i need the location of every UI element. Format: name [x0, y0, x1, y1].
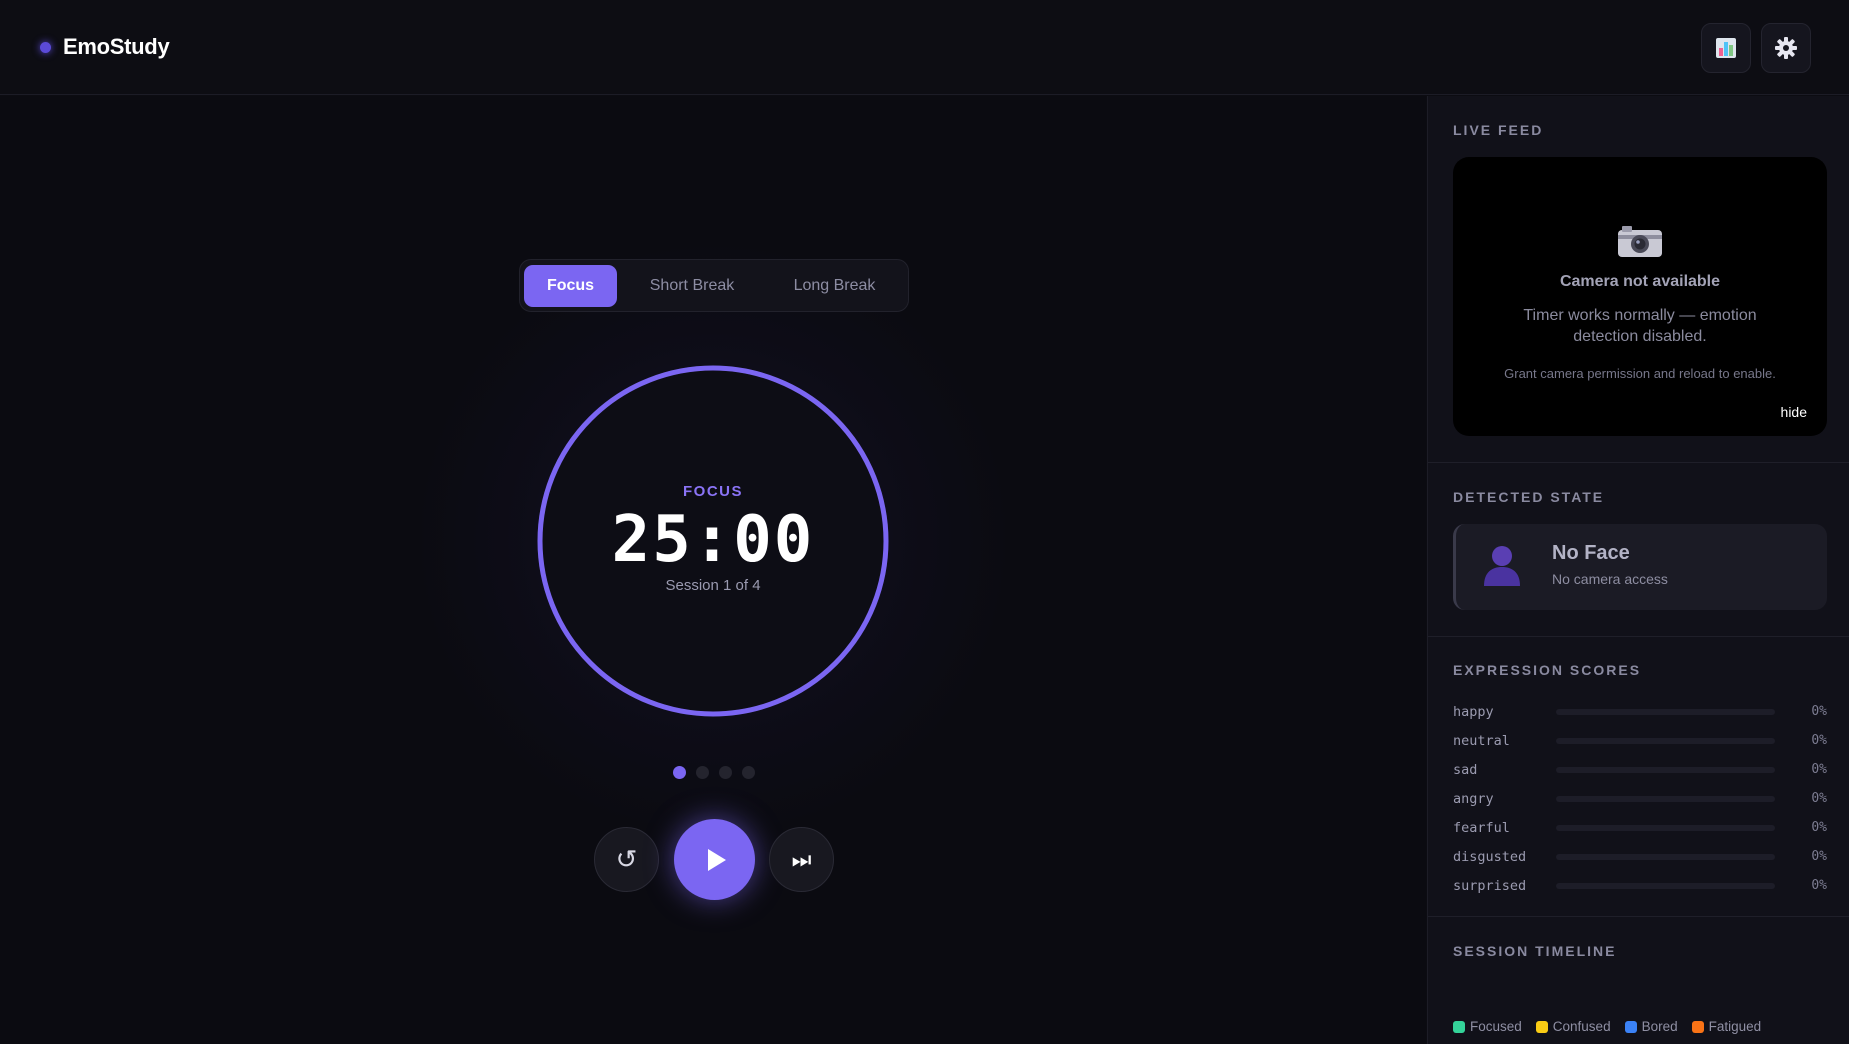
reset-icon: ↺ — [615, 844, 638, 874]
app-title: EmoStudy — [63, 34, 170, 59]
session-dot — [696, 766, 709, 779]
score-row: disgusted 0% — [1453, 842, 1827, 871]
session-dot — [719, 766, 732, 779]
camera-status-title: Camera not available — [1559, 273, 1721, 290]
mode-selector: Focus Short Break Long Break — [519, 259, 909, 312]
score-bar — [1556, 737, 1775, 744]
play-button[interactable] — [674, 819, 755, 900]
divider — [1428, 916, 1849, 917]
session-dot — [742, 766, 755, 779]
score-bar — [1556, 766, 1775, 773]
score-value: 0% — [1811, 762, 1827, 777]
legend-item: Focused — [1453, 1019, 1522, 1034]
divider — [1428, 462, 1849, 463]
score-value: 0% — [1811, 791, 1827, 806]
score-row: sad 0% — [1453, 755, 1827, 784]
legend-swatch — [1624, 1020, 1637, 1033]
score-bar — [1556, 708, 1775, 715]
hide-feed-link[interactable]: hide — [1781, 404, 1807, 420]
detected-state-detail: No camera access — [1552, 571, 1668, 587]
timer-mode-label: FOCUS — [683, 483, 743, 500]
score-value: 0% — [1811, 878, 1827, 893]
session-dot — [673, 766, 686, 779]
live-feed-title: LIVE FEED — [1453, 122, 1544, 138]
mode-long-break[interactable]: Long Break — [767, 265, 902, 307]
legend-label: Confused — [1552, 1019, 1611, 1034]
legend-swatch — [1691, 1020, 1704, 1033]
bar-chart-icon — [1716, 38, 1736, 58]
person-silhouette-icon — [1484, 546, 1520, 586]
score-row: angry 0% — [1453, 784, 1827, 813]
score-value: 0% — [1811, 733, 1827, 748]
legend-label: Focused — [1470, 1019, 1522, 1034]
score-label: angry — [1453, 790, 1494, 807]
legend-label: Fatigued — [1708, 1019, 1762, 1034]
brand: EmoStudy — [40, 34, 170, 60]
legend-swatch — [1535, 1020, 1548, 1033]
score-label: disgusted — [1453, 848, 1527, 865]
top-bar: EmoStudy — [0, 0, 1849, 95]
score-bar — [1556, 882, 1775, 889]
sidebar: LIVE FEED Camera not available Timer wor… — [1427, 96, 1849, 1044]
expression-scores-title: EXPRESSION SCORES — [1453, 662, 1642, 678]
session-counter: Session 1 of 4 — [665, 577, 761, 594]
score-row: neutral 0% — [1453, 726, 1827, 755]
score-bar — [1556, 824, 1775, 831]
camera-permission-hint: Grant camera permission and reload to en… — [1504, 366, 1776, 381]
expression-scores-list: happy 0% neutral 0% sad 0% angry 0% fearful 0% dis… — [1453, 697, 1827, 900]
brand-dot-icon — [40, 41, 51, 53]
score-bar — [1556, 853, 1775, 860]
score-label: happy — [1453, 703, 1494, 720]
score-row: surprised 0% — [1453, 871, 1827, 900]
timeline-legend: Focused Confused Bored Fatigued — [1453, 1019, 1761, 1034]
skip-icon: ⏭ — [791, 846, 812, 872]
score-label: surprised — [1453, 877, 1527, 894]
detected-state-card: No Face No camera access — [1453, 524, 1827, 610]
mode-short-break[interactable]: Short Break — [617, 265, 767, 307]
score-value: 0% — [1811, 849, 1827, 864]
score-value: 0% — [1811, 820, 1827, 835]
score-label: sad — [1453, 761, 1478, 778]
legend-swatch — [1453, 1020, 1465, 1033]
score-bar — [1556, 795, 1775, 802]
score-label: fearful — [1453, 819, 1510, 836]
legend-label: Bored — [1641, 1019, 1678, 1034]
live-feed-panel: Camera not available Timer works normall… — [1453, 157, 1827, 436]
stats-button[interactable] — [1701, 23, 1751, 73]
reset-button[interactable]: ↺ — [594, 827, 659, 892]
gear-icon — [1775, 37, 1797, 59]
score-row: fearful 0% — [1453, 813, 1827, 842]
settings-button[interactable] — [1761, 23, 1811, 73]
detected-state-label: No Face — [1552, 542, 1630, 564]
score-label: neutral — [1453, 732, 1510, 749]
score-row: happy 0% — [1453, 697, 1827, 726]
legend-item: Fatigued — [1691, 1019, 1762, 1034]
detected-state-title: DETECTED STATE — [1453, 489, 1605, 505]
score-value: 0% — [1811, 704, 1827, 719]
session-timeline-title: SESSION TIMELINE — [1453, 943, 1617, 959]
legend-item: Confused — [1535, 1019, 1611, 1034]
camera-status-message: Timer works normally — emotion detection… — [1523, 307, 1757, 345]
skip-button[interactable]: ⏭ — [769, 827, 834, 892]
timer-display: 25:00 — [611, 503, 815, 577]
legend-item: Bored — [1624, 1019, 1678, 1034]
session-dots — [673, 766, 755, 779]
camera-icon — [1618, 226, 1662, 257]
play-icon — [707, 848, 726, 871]
divider — [1428, 636, 1849, 637]
mode-focus[interactable]: Focus — [524, 264, 617, 307]
